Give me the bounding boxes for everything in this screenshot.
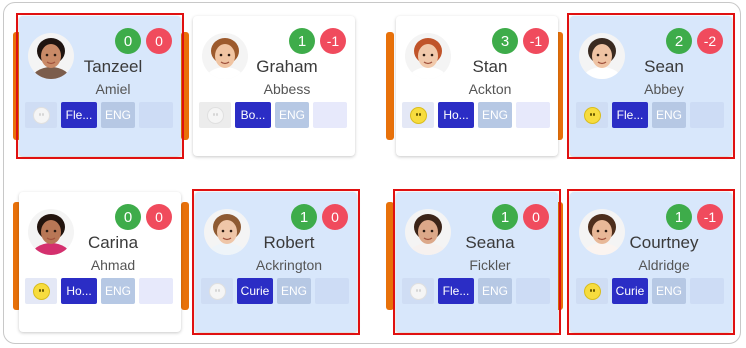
positive-points-badge[interactable]: 2 — [666, 28, 692, 54]
student-last-name: Abbess — [263, 81, 311, 97]
student-card-tanzeel[interactable]: 0 0 Tanzeel Amiel Fle... ENG — [16, 13, 184, 159]
student-card-graham[interactable]: 1 -1 Graham Abbess Bo... ENG — [193, 16, 355, 156]
language-tag[interactable]: ENG — [277, 278, 311, 304]
negative-points-badge[interactable]: -2 — [697, 28, 723, 54]
smiley-icon — [583, 106, 601, 124]
empty-tag[interactable] — [690, 102, 724, 128]
language-tag[interactable]: ENG — [101, 102, 135, 128]
student-tags: Ho... ENG — [402, 102, 550, 128]
house-tag[interactable]: Bo... — [235, 102, 271, 128]
language-tag[interactable]: ENG — [478, 102, 512, 128]
house-tag[interactable]: Curie — [612, 278, 648, 304]
student-last-name: Amiel — [95, 81, 131, 97]
mood-tag[interactable] — [576, 102, 608, 128]
student-card-seana[interactable]: 1 0 Seana Fickler Fle... ENG — [393, 189, 561, 335]
house-tag[interactable]: Ho... — [61, 278, 97, 304]
student-tags: Bo... ENG — [199, 102, 347, 128]
mood-tag[interactable] — [25, 278, 57, 304]
empty-tag[interactable] — [690, 278, 724, 304]
negative-points-badge[interactable]: -1 — [697, 204, 723, 230]
student-first-name: Graham — [256, 57, 318, 76]
student-first-name: Sean — [644, 57, 684, 76]
desk-edge — [386, 202, 394, 310]
positive-points-badge[interactable]: 1 — [666, 204, 692, 230]
negative-points-badge[interactable]: -1 — [320, 28, 346, 54]
language-tag[interactable]: ENG — [478, 278, 512, 304]
student-card-stan[interactable]: 3 -1 Stan Ackton Ho... ENG — [396, 16, 558, 156]
smiley-icon — [208, 282, 226, 300]
student-first-name: Carina — [87, 233, 139, 252]
negative-points-badge[interactable]: -1 — [523, 28, 549, 54]
student-tags: Fle... ENG — [576, 102, 724, 128]
student-first-name: Courtney — [629, 233, 699, 252]
language-tag[interactable]: ENG — [652, 102, 686, 128]
student-card-robert[interactable]: 1 0 Robert Ackrington Curie ENG — [192, 189, 360, 335]
negative-points-badge[interactable]: 0 — [523, 204, 549, 230]
negative-points-badge[interactable]: 0 — [146, 204, 172, 230]
mood-tag[interactable] — [402, 102, 434, 128]
house-tag[interactable]: Fle... — [438, 278, 474, 304]
empty-tag[interactable] — [516, 278, 550, 304]
empty-tag[interactable] — [315, 278, 349, 304]
smiley-icon — [409, 106, 427, 124]
smiley-icon — [32, 106, 50, 124]
student-last-name: Fickler — [469, 257, 511, 273]
language-tag[interactable]: ENG — [275, 102, 309, 128]
student-last-name: Ahmad — [90, 257, 136, 273]
mood-tag[interactable] — [576, 278, 608, 304]
student-first-name: Stan — [472, 57, 508, 76]
positive-points-badge[interactable]: 3 — [492, 28, 518, 54]
empty-tag[interactable] — [313, 102, 347, 128]
positive-points-badge[interactable]: 1 — [289, 28, 315, 54]
mood-tag[interactable] — [25, 102, 57, 128]
student-tags: Curie ENG — [201, 278, 349, 304]
house-tag[interactable]: Fle... — [61, 102, 97, 128]
negative-points-badge[interactable]: 0 — [322, 204, 348, 230]
student-first-name: Seana — [465, 233, 515, 252]
mood-tag[interactable] — [402, 278, 434, 304]
positive-points-badge[interactable]: 1 — [291, 204, 317, 230]
house-tag[interactable]: Curie — [237, 278, 273, 304]
positive-points-badge[interactable]: 0 — [115, 204, 141, 230]
student-tags: Fle... ENG — [25, 102, 173, 128]
smiley-icon — [206, 106, 224, 124]
language-tag[interactable]: ENG — [101, 278, 135, 304]
student-last-name: Ackton — [468, 81, 512, 97]
negative-points-badge[interactable]: 0 — [146, 28, 172, 54]
student-last-name: Ackrington — [255, 257, 323, 273]
student-first-name: Tanzeel — [83, 57, 143, 76]
empty-tag[interactable] — [516, 102, 550, 128]
desk-edge — [386, 32, 394, 140]
student-tags: Fle... ENG — [402, 278, 550, 304]
language-tag[interactable]: ENG — [652, 278, 686, 304]
student-tags: Curie ENG — [576, 278, 724, 304]
student-last-name: Abbey — [644, 81, 684, 97]
mood-tag[interactable] — [201, 278, 233, 304]
empty-tag[interactable] — [139, 102, 173, 128]
mood-tag[interactable] — [199, 102, 231, 128]
house-tag[interactable]: Ho... — [438, 102, 474, 128]
student-tags: Ho... ENG — [25, 278, 173, 304]
empty-tag[interactable] — [139, 278, 173, 304]
smiley-icon — [32, 282, 50, 300]
student-card-courtney[interactable]: 1 -1 Courtney Aldridge Curie ENG — [567, 189, 735, 335]
student-first-name: Robert — [263, 233, 315, 252]
desk-edge — [181, 32, 189, 140]
desk-edge — [181, 202, 189, 310]
student-card-sean[interactable]: 2 -2 Sean Abbey Fle... ENG — [567, 13, 735, 159]
positive-points-badge[interactable]: 0 — [115, 28, 141, 54]
positive-points-badge[interactable]: 1 — [492, 204, 518, 230]
house-tag[interactable]: Fle... — [612, 102, 648, 128]
smiley-icon — [583, 282, 601, 300]
student-last-name: Aldridge — [638, 257, 690, 273]
student-card-carina[interactable]: 0 0 Carina Ahmad Ho... ENG — [19, 192, 181, 332]
smiley-icon — [409, 282, 427, 300]
